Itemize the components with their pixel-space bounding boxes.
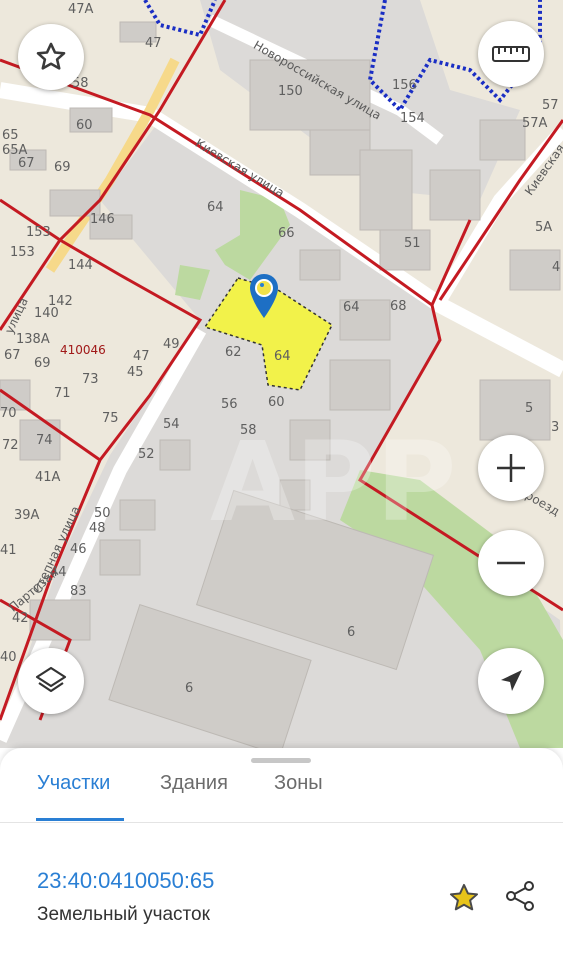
house-number: 154 <box>400 111 425 126</box>
house-number: 68 <box>390 299 407 314</box>
house-number: 40 <box>0 650 17 665</box>
house-number: 72 <box>2 438 19 453</box>
location-pin-icon[interactable] <box>248 272 280 320</box>
divider <box>0 822 563 823</box>
tab-parcels[interactable]: Участки <box>37 772 110 795</box>
house-number: 60 <box>76 118 93 133</box>
map-view[interactable]: APP Новороссийская улица Киевская улица … <box>0 0 563 748</box>
house-number: 48 <box>89 521 106 536</box>
star-icon <box>36 42 66 70</box>
house-number: 153 <box>10 245 35 260</box>
house-number: 58 <box>240 423 257 438</box>
house-number: 62 <box>225 345 242 360</box>
house-number: 6 <box>185 681 194 696</box>
tab-zones[interactable]: Зоны <box>274 772 323 795</box>
zoom-out-button[interactable] <box>478 530 544 596</box>
house-number: 39А <box>14 508 40 523</box>
house-number: 71 <box>54 386 71 401</box>
house-number: 65 <box>2 128 19 143</box>
zoom-in-button[interactable] <box>478 435 544 501</box>
house-number: 5 <box>525 401 534 416</box>
house-number: 51 <box>404 236 421 251</box>
house-number: 50 <box>94 506 111 521</box>
bottom-sheet: Участки Здания Зоны 23:40:0410050:65 Зем… <box>0 748 563 960</box>
house-number: 56 <box>221 397 238 412</box>
house-number: 42 <box>12 611 29 626</box>
house-number: 146 <box>90 212 115 227</box>
house-number: 69 <box>34 356 51 371</box>
star-icon <box>449 883 479 911</box>
house-number: 44 <box>50 565 67 580</box>
house-number: 47А <box>68 2 94 17</box>
favorite-button[interactable] <box>18 24 84 90</box>
object-type-label: Земельный участок <box>37 904 210 925</box>
house-number: 54 <box>163 417 180 432</box>
house-number: 41 <box>0 543 17 558</box>
layers-button[interactable] <box>18 648 84 714</box>
house-number: 64 <box>207 200 224 215</box>
share-icon <box>506 881 534 911</box>
house-number: 144 <box>68 258 93 273</box>
block-code-label: 410046 <box>60 343 106 357</box>
house-number: 138А <box>16 332 50 347</box>
tab-buildings[interactable]: Здания <box>160 772 228 795</box>
house-number: 75 <box>102 411 119 426</box>
house-number: 57А <box>522 116 548 131</box>
house-number: 66 <box>278 226 295 241</box>
house-number: 73 <box>82 372 99 387</box>
house-number: 47 <box>133 349 150 364</box>
house-number: 64 <box>274 349 291 364</box>
house-number: 5А <box>535 220 553 235</box>
favorite-parcel-button[interactable] <box>444 878 484 918</box>
house-number: 67 <box>4 348 21 363</box>
layers-icon <box>35 666 67 693</box>
house-number: 70 <box>0 406 17 421</box>
house-number: 45 <box>127 365 144 380</box>
house-number: 49 <box>163 337 180 352</box>
house-number: 6 <box>347 625 356 640</box>
house-number: 140 <box>34 306 59 321</box>
minus-icon <box>497 561 525 565</box>
house-number: 60 <box>268 395 285 410</box>
house-number: 52 <box>138 447 155 462</box>
plus-icon <box>497 454 525 482</box>
house-number: 67 <box>18 156 35 171</box>
share-button[interactable] <box>500 876 540 916</box>
house-number: 41А <box>35 470 61 485</box>
house-number: 156 <box>392 78 417 93</box>
house-number: 83 <box>70 584 87 599</box>
ruler-button[interactable] <box>478 21 544 87</box>
house-number: 3 <box>551 420 560 435</box>
house-number: 69 <box>54 160 71 175</box>
navigation-arrow-icon <box>501 670 522 691</box>
house-number: 64 <box>343 300 360 315</box>
drag-handle[interactable] <box>251 758 311 763</box>
house-number: 47 <box>145 36 162 51</box>
locate-button[interactable] <box>478 648 544 714</box>
ruler-icon <box>492 46 530 62</box>
cadastral-number-link[interactable]: 23:40:0410050:65 <box>37 868 214 894</box>
active-tab-indicator <box>36 818 124 821</box>
house-number: 150 <box>278 84 303 99</box>
house-number: 153 <box>26 225 51 240</box>
house-number: 74 <box>36 433 53 448</box>
house-number: 46 <box>70 542 87 557</box>
house-number: 57 <box>542 98 559 113</box>
house-number: 4 <box>552 260 561 275</box>
